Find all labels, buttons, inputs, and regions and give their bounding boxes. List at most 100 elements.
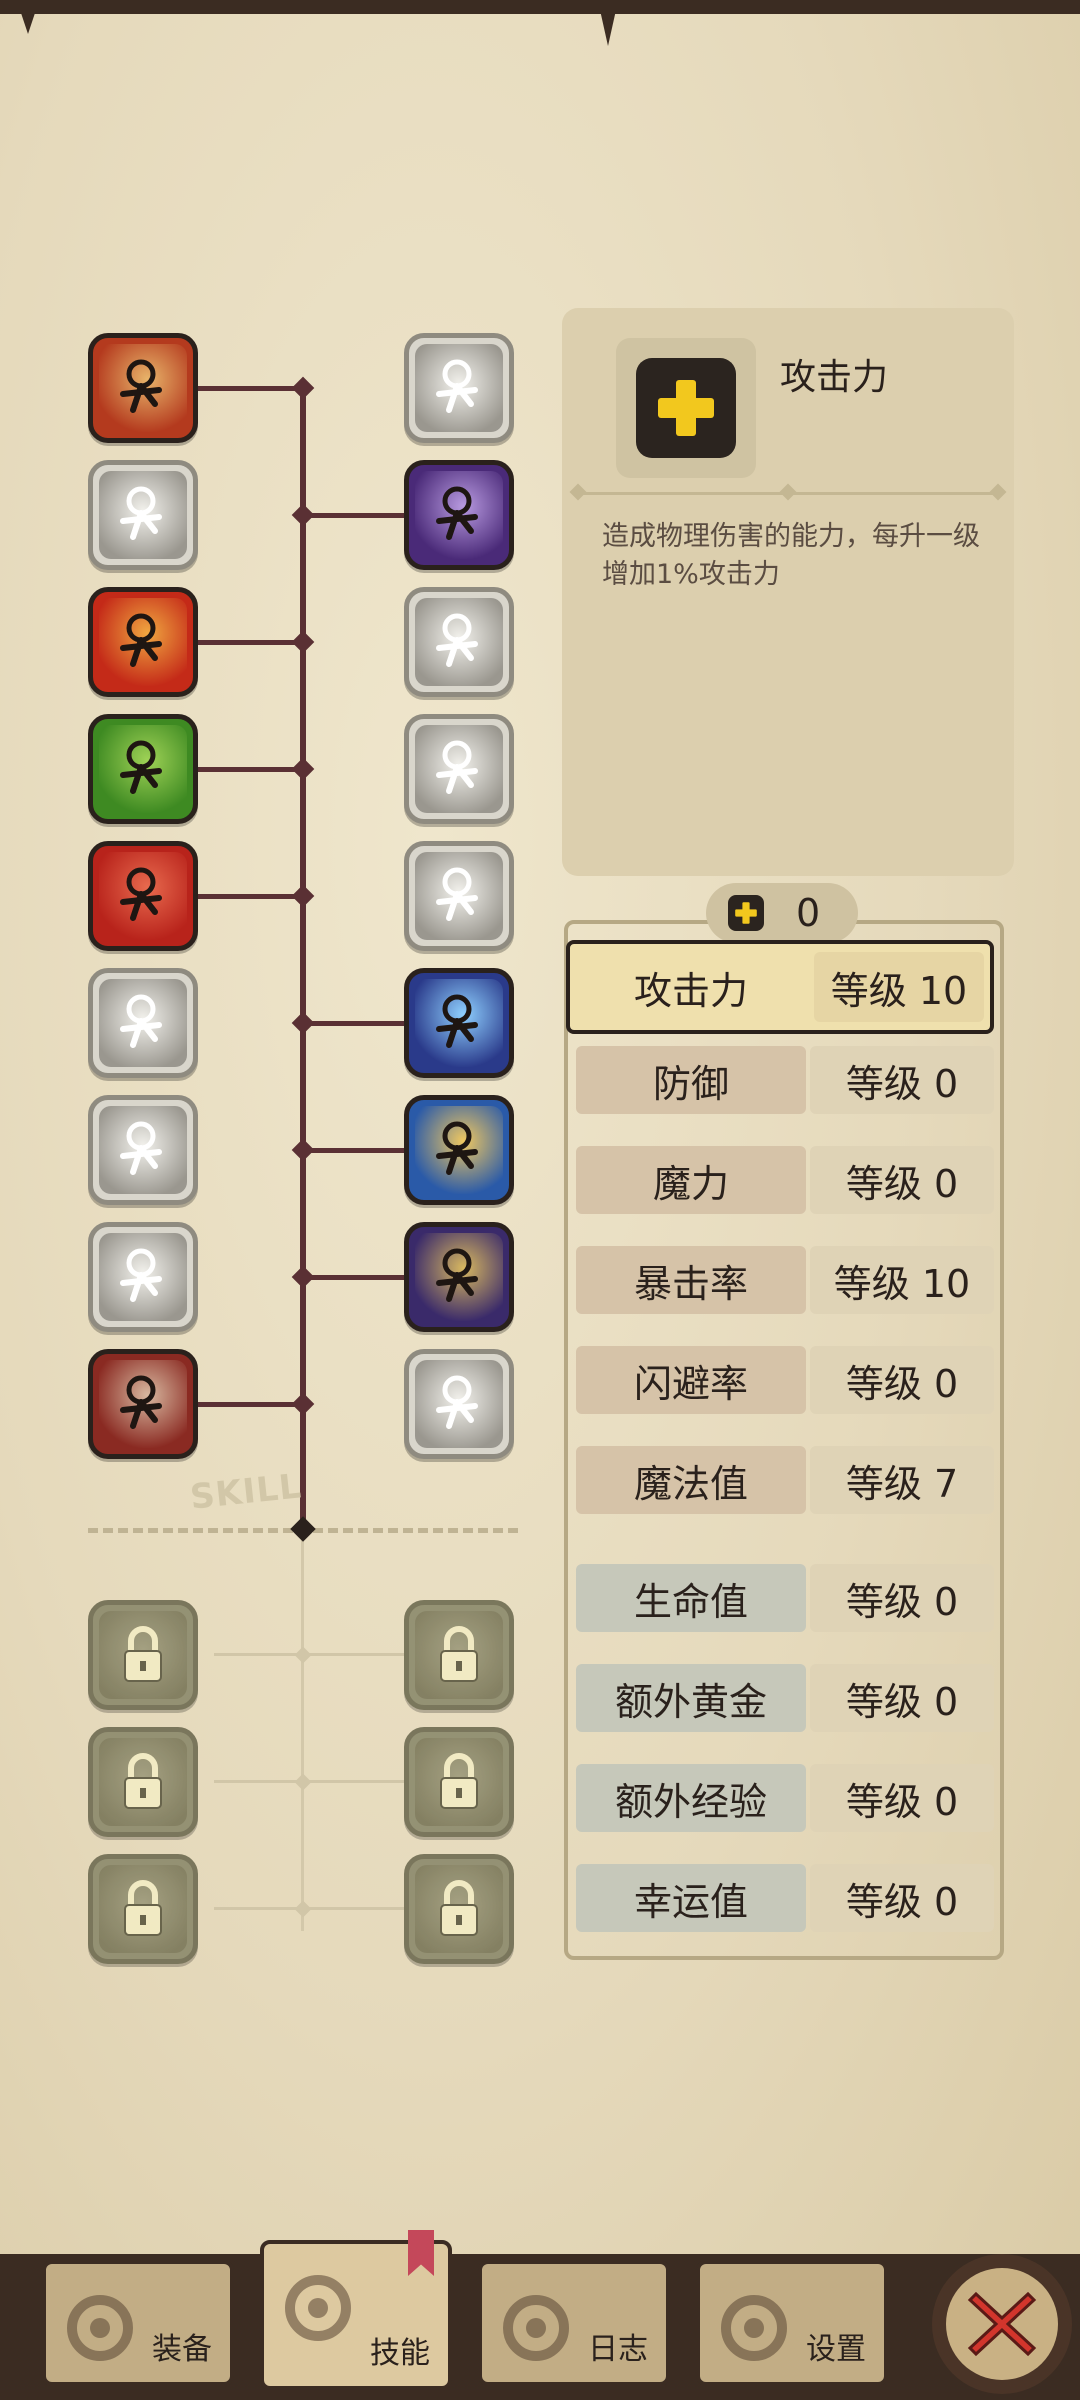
skill-node-right-7[interactable]: [404, 1095, 514, 1205]
stat-row-7[interactable]: 生命值 等级 0: [574, 1556, 994, 1638]
shadow-dash-icon: [120, 1121, 162, 1175]
journal-icon: [503, 2295, 569, 2361]
tree-end-marker: [290, 1516, 316, 1542]
stat-name: 魔力: [576, 1146, 806, 1214]
stat-row-2[interactable]: 防御 等级 0: [574, 1038, 994, 1120]
stat-row-5[interactable]: 闪避率 等级 0: [574, 1338, 994, 1420]
frame-spike: [600, 10, 616, 46]
stat-name: 闪避率: [576, 1346, 806, 1414]
divider-ornament: [779, 483, 797, 501]
lock-icon: [124, 1626, 162, 1682]
stat-level: 等级 0: [845, 1779, 959, 1824]
stat-name: 魔法值: [576, 1446, 806, 1514]
stat-row-1[interactable]: 攻击力 等级 10: [566, 940, 994, 1034]
muscle-arm-icon: [120, 740, 162, 794]
skill-node-left-4[interactable]: [88, 714, 198, 824]
plus-icon: [728, 895, 764, 931]
skill-node-right-4[interactable]: [404, 714, 514, 824]
skill-node-right-6[interactable]: [404, 968, 514, 1078]
tree-junction: [291, 884, 315, 908]
tab-label: 装备: [152, 2332, 212, 2367]
bookmark-ribbon: [408, 2230, 434, 2276]
locked-node-right-1: [404, 1600, 514, 1710]
tab-1[interactable]: 装备: [42, 2260, 234, 2386]
skill-points-value: 0: [796, 891, 821, 935]
tree-branch: [196, 767, 300, 772]
lightning-figure-icon: [120, 1248, 162, 1302]
skill-node-right-5[interactable]: [404, 841, 514, 951]
skill-node-right-1[interactable]: [404, 333, 514, 443]
stat-level: 等级 0: [845, 1161, 959, 1206]
skill-node-left-2[interactable]: [88, 460, 198, 570]
card-description: 造成物理伤害的能力，每升一级增加1%攻击力: [602, 521, 980, 590]
skill-node-left-8[interactable]: [88, 1222, 198, 1332]
tab-4[interactable]: 设置: [696, 2260, 888, 2386]
stat-row-10[interactable]: 幸运值 等级 0: [574, 1856, 994, 1938]
cosmic-orb-icon: [436, 1248, 478, 1302]
tree-branch: [306, 513, 404, 518]
tab-2[interactable]: 技能: [260, 2230, 452, 2390]
stat-level: 等级 0: [845, 1879, 959, 1924]
locked-node-left-3: [88, 1854, 198, 1964]
stat-level: 等级 7: [845, 1461, 959, 1506]
tree-branch: [196, 640, 300, 645]
skill-node-left-5[interactable]: [88, 841, 198, 951]
locked-node-right-2: [404, 1727, 514, 1837]
skill-node-left-1[interactable]: [88, 333, 198, 443]
lock-icon: [124, 1753, 162, 1809]
stat-row-8[interactable]: 额外黄金 等级 0: [574, 1656, 994, 1738]
lock-icon: [440, 1753, 478, 1809]
smoke-stomp-icon: [436, 867, 478, 921]
lock-icon: [124, 1880, 162, 1936]
skill-node-right-3[interactable]: [404, 587, 514, 697]
tree-junction: [291, 1265, 315, 1289]
skill-points-badge: 0: [706, 883, 858, 943]
holy-shield-icon: [436, 359, 478, 413]
tab-label: 技能: [370, 2336, 430, 2371]
spinning-blade-icon: [436, 1121, 478, 1175]
tab-3[interactable]: 日志: [478, 2260, 670, 2386]
skill-node-right-8[interactable]: [404, 1222, 514, 1332]
skill-node-left-6[interactable]: [88, 968, 198, 1078]
lightning-block-icon: [436, 613, 478, 667]
locked-node-right-3: [404, 1854, 514, 1964]
skill-node-left-3[interactable]: [88, 587, 198, 697]
shoulder-charge-icon: [436, 740, 478, 794]
tab-label: 设置: [806, 2332, 866, 2367]
tab-label: 日志: [588, 2332, 648, 2367]
skill-node-left-7[interactable]: [88, 1095, 198, 1205]
skill-node-left-9[interactable]: [88, 1349, 198, 1459]
tree-junction: [291, 757, 315, 781]
stat-name: 额外黄金: [576, 1664, 806, 1732]
tree-branch: [306, 1021, 404, 1026]
stat-row-4[interactable]: 暴击率 等级 10: [574, 1238, 994, 1320]
crossed-swords-icon: [120, 1375, 162, 1429]
tree-junction: [291, 1011, 315, 1035]
tree-junction: [294, 1900, 312, 1918]
tree-junction: [291, 1392, 315, 1416]
divider-ornament: [989, 483, 1007, 501]
tree-junction: [294, 1773, 312, 1791]
stat-level: 等级 0: [845, 1679, 959, 1724]
axe-icon: [67, 2295, 133, 2361]
stat-row-3[interactable]: 魔力 等级 0: [574, 1138, 994, 1220]
plus-icon: [636, 358, 736, 458]
gear-icon: [721, 2295, 787, 2361]
sword-stance-icon: [120, 994, 162, 1048]
locked-node-left-1: [88, 1600, 198, 1710]
stat-row-6[interactable]: 魔法值 等级 7: [574, 1438, 994, 1520]
lock-icon: [440, 1880, 478, 1936]
stat-level: 等级 10: [833, 1261, 971, 1306]
stat-level: 等级 0: [845, 1579, 959, 1624]
locked-node-left-2: [88, 1727, 198, 1837]
skill-info-card: 攻击力 造成物理伤害的能力，每升一级增加1%攻击力: [562, 308, 1014, 876]
stat-name: 生命值: [576, 1564, 806, 1632]
skill-node-right-9[interactable]: [404, 1349, 514, 1459]
close-button[interactable]: [932, 2254, 1072, 2394]
tree-trunk: [300, 388, 306, 1531]
lock-icon: [440, 1626, 478, 1682]
skill-tree: SKILL: [0, 0, 560, 2000]
tree-junction: [291, 630, 315, 654]
stat-row-9[interactable]: 额外经验 等级 0: [574, 1756, 994, 1838]
skill-node-right-2[interactable]: [404, 460, 514, 570]
